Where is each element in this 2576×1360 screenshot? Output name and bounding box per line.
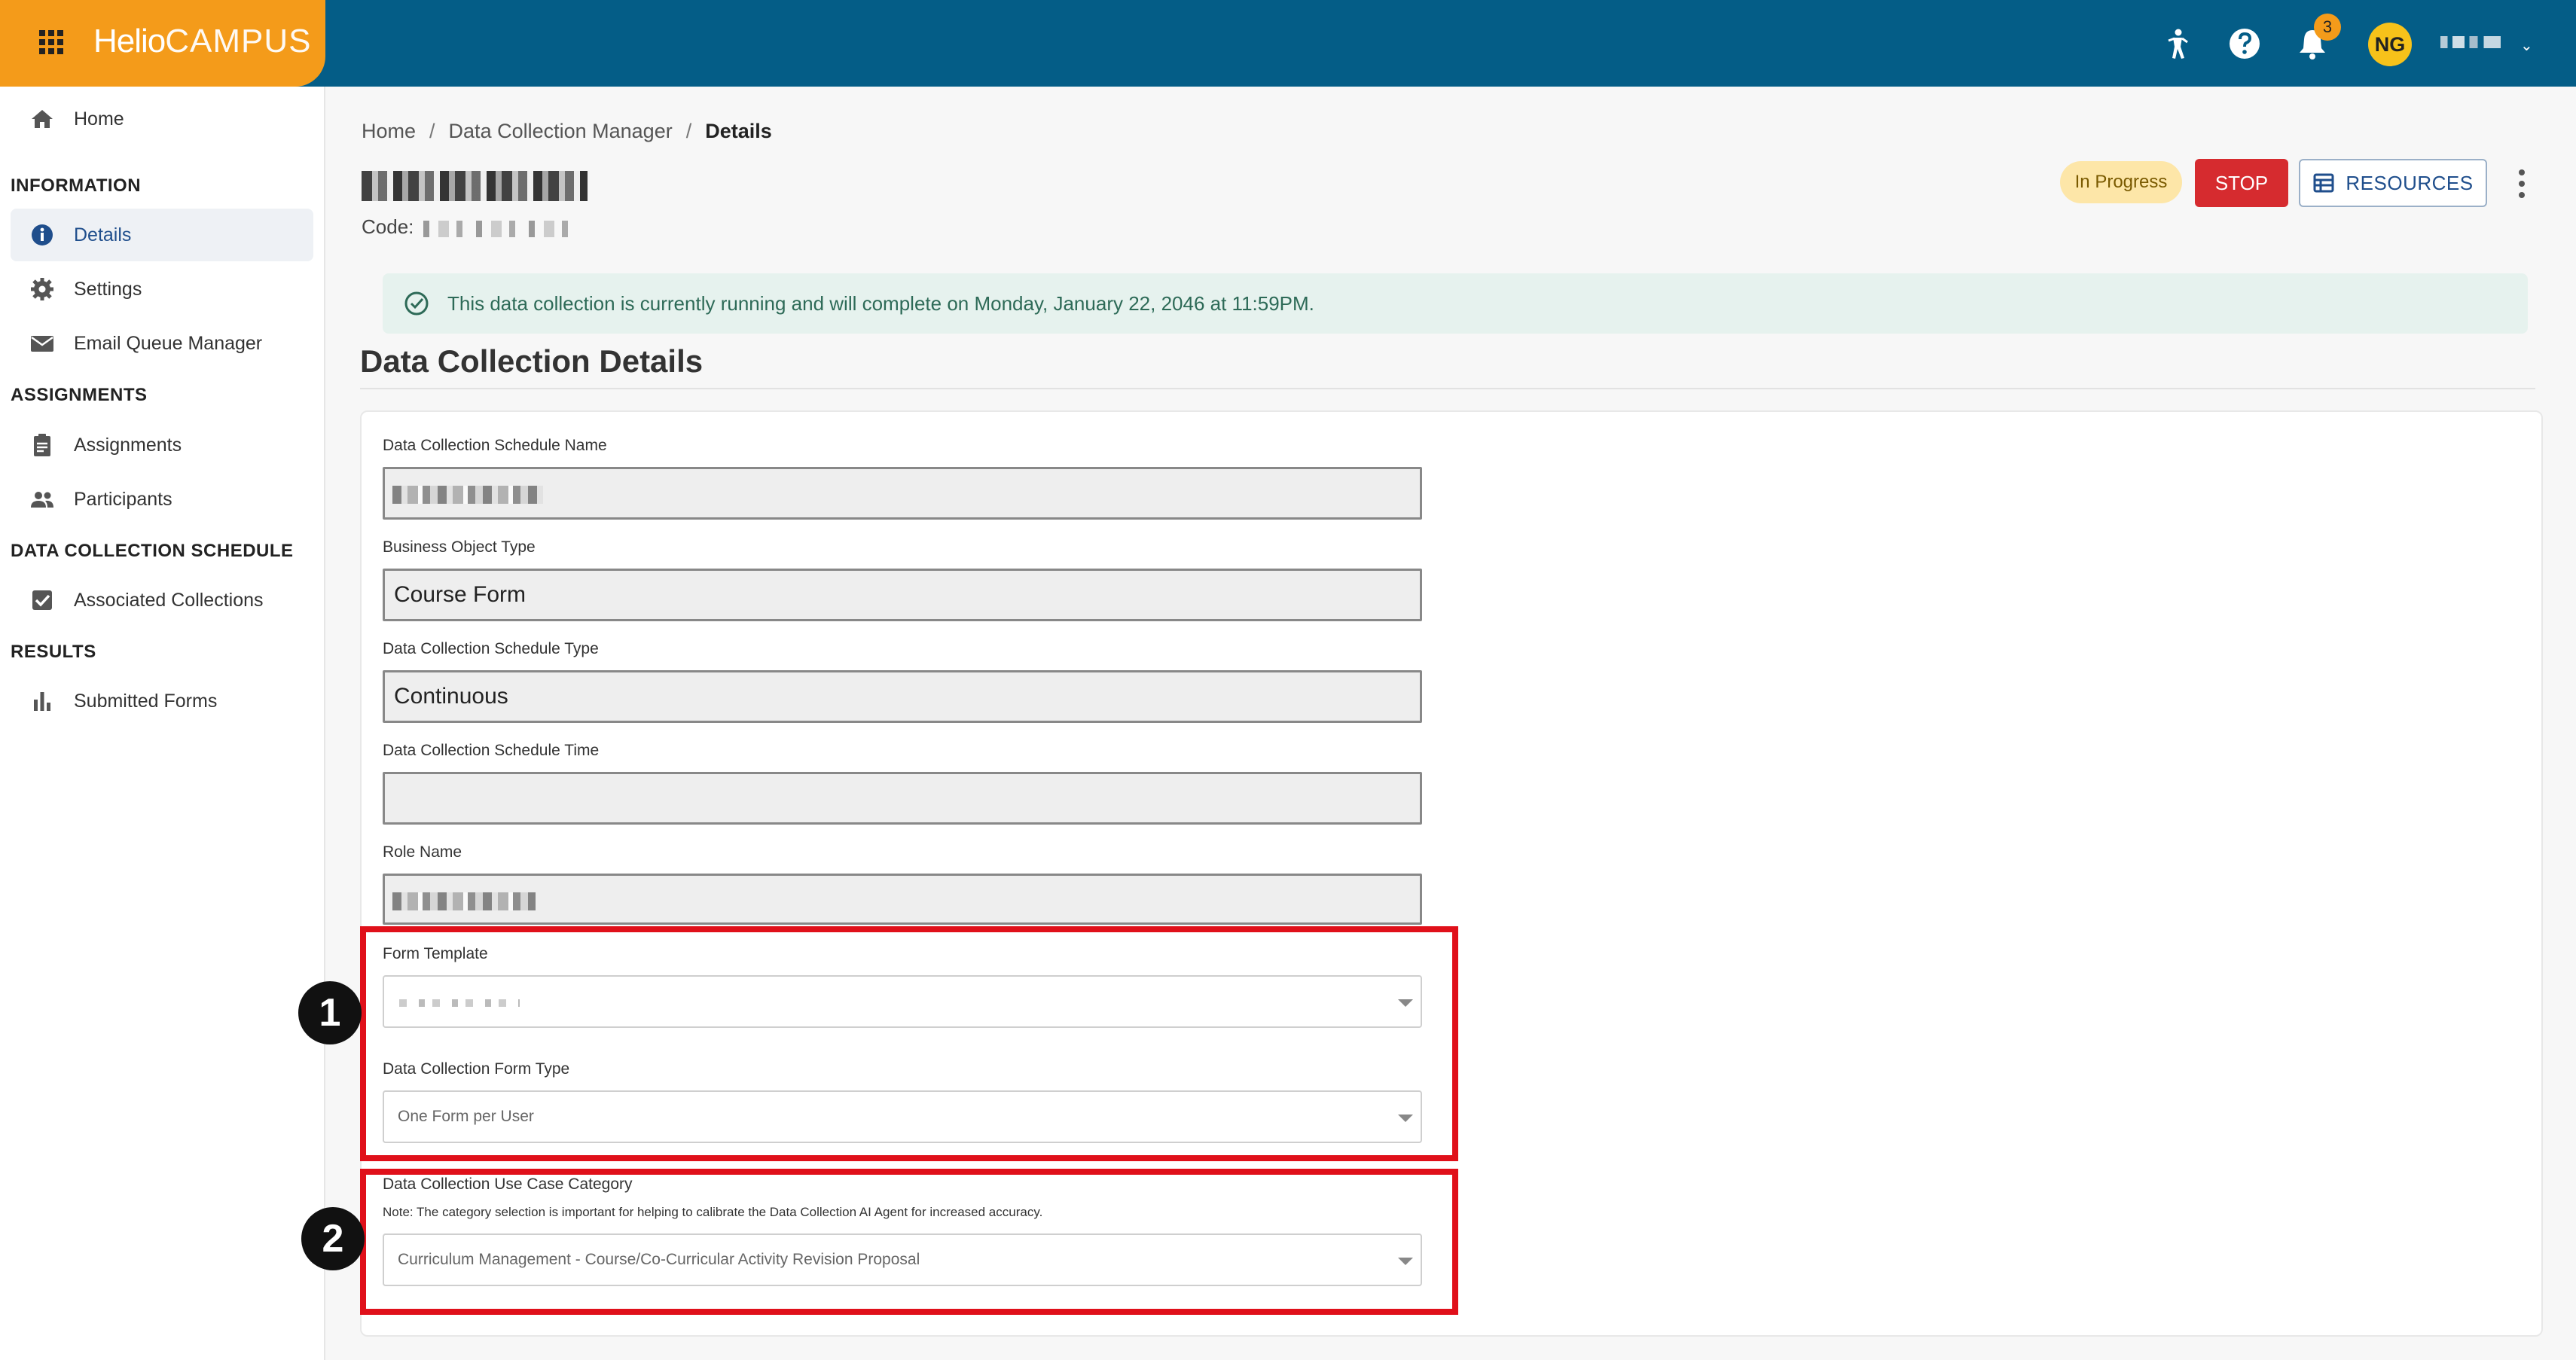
breadcrumb-separator: / [685, 120, 692, 142]
sidebar-item-home[interactable]: Home [11, 93, 313, 145]
breadcrumb-home[interactable]: Home [362, 120, 416, 143]
business-object-type-label: Business Object Type [383, 538, 536, 556]
schedule-type-field: Continuous [383, 670, 1422, 723]
sidebar-item-label: Email Queue Manager [74, 332, 263, 354]
code-value-redacted [423, 221, 581, 237]
user-menu-chevron-icon[interactable]: ⌄ [2520, 36, 2533, 55]
breadcrumb-data-collection-manager[interactable]: Data Collection Manager [449, 120, 673, 143]
section-title-assignments: ASSIGNMENTS [11, 385, 148, 405]
notification-count-badge: 3 [2314, 14, 2341, 41]
more-options-icon[interactable] [2513, 167, 2531, 200]
accessibility-icon[interactable] [2159, 26, 2196, 62]
checkbox-icon [32, 590, 52, 610]
sidebar-item-assignments[interactable]: Assignments [11, 419, 313, 471]
home-icon [32, 110, 53, 128]
schedule-name-label: Data Collection Schedule Name [383, 437, 607, 454]
brand-area: HelioCAMPUS [0, 0, 325, 87]
role-name-label: Role Name [383, 843, 462, 861]
sidebar-item-label: Submitted Forms [74, 690, 218, 712]
status-alert: This data collection is currently runnin… [383, 273, 2528, 334]
sidebar-item-associated-collections[interactable]: Associated Collections [11, 574, 313, 627]
business-object-type-field: Course Form [383, 569, 1422, 621]
page-title-redacted [362, 171, 588, 201]
schedule-time-label: Data Collection Schedule Time [383, 742, 600, 759]
help-icon[interactable] [2227, 26, 2263, 62]
stop-button[interactable]: STOP [2195, 159, 2288, 207]
sidebar-item-label: Settings [74, 278, 142, 300]
sidebar-item-label: Participants [74, 488, 172, 510]
breadcrumb-current: Details [705, 120, 772, 142]
code-label: Code: [362, 215, 414, 238]
section-title-information: INFORMATION [11, 175, 142, 196]
people-icon [31, 492, 53, 508]
sidebar-item-label: Assignments [74, 434, 182, 456]
schedule-time-field [383, 772, 1422, 825]
resources-button[interactable]: RESOURCES [2299, 159, 2487, 207]
section-heading: Data Collection Details [360, 343, 704, 379]
alert-text: This data collection is currently runnin… [447, 291, 1314, 315]
sidebar-item-participants[interactable]: Participants [11, 473, 313, 526]
clipboard-icon [34, 434, 50, 456]
sidebar-item-settings[interactable]: Settings [11, 263, 313, 316]
top-bar: HelioCAMPUS 3 NG ⌄ [0, 0, 2576, 87]
resources-icon [2313, 173, 2334, 193]
highlight-box-2 [360, 1169, 1458, 1315]
section-title-results: RESULTS [11, 642, 96, 662]
gear-icon [31, 278, 53, 300]
sidebar-item-label: Home [74, 108, 124, 130]
sidebar-item-email-queue-manager[interactable]: Email Queue Manager [11, 317, 313, 370]
schedule-type-label: Data Collection Schedule Type [383, 640, 599, 657]
highlight-box-1 [360, 926, 1458, 1161]
status-badge: In Progress [2060, 161, 2182, 203]
breadcrumb-separator: / [429, 120, 435, 142]
app-launcher-icon[interactable] [39, 30, 63, 54]
sidebar-item-label: Associated Collections [74, 589, 264, 611]
user-avatar[interactable]: NG [2368, 23, 2412, 66]
sidebar-item-label: Details [74, 224, 132, 245]
schedule-name-field [383, 467, 1422, 520]
role-name-field [383, 874, 1422, 925]
info-icon [32, 224, 53, 245]
sidebar-item-details[interactable]: Details [11, 209, 313, 261]
sidebar-item-submitted-forms[interactable]: Submitted Forms [11, 675, 313, 727]
schedule-name-value-redacted [392, 486, 543, 504]
check-circle-icon [404, 291, 429, 316]
bar-chart-icon [34, 692, 50, 711]
section-divider [360, 388, 2535, 389]
heliocampus-logo[interactable]: HelioCAMPUS [93, 23, 312, 60]
step-marker-2: 2 [301, 1207, 365, 1270]
step-marker-1: 1 [298, 981, 362, 1044]
mail-icon [31, 336, 53, 352]
breadcrumb: Home / Data Collection Manager / Details [362, 120, 772, 143]
role-name-value-redacted [392, 892, 536, 910]
resources-label: RESOURCES [2346, 171, 2474, 194]
sidebar: Home INFORMATION Details Settings Email … [0, 87, 325, 1360]
user-name-redacted[interactable] [2440, 36, 2501, 48]
section-title-data-collection-schedule: DATA COLLECTION SCHEDULE [11, 541, 294, 561]
